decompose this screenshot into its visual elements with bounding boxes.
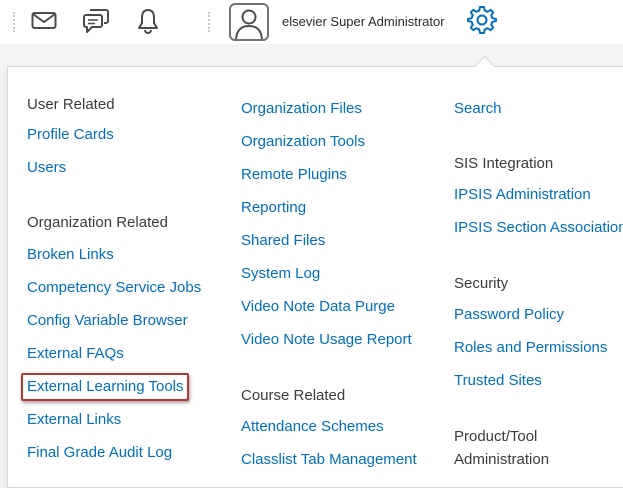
link-ipsis-section-associations[interactable]: IPSIS Section Associations — [454, 219, 623, 237]
heading-product-tool: Product/Tool — [454, 428, 538, 445]
link-video-note-data-purge[interactable]: Video Note Data Purge — [241, 298, 395, 316]
separator — [13, 12, 15, 32]
link-video-note-usage-report[interactable]: Video Note Usage Report — [241, 331, 412, 349]
separator — [208, 12, 210, 32]
heading-security: Security — [454, 275, 509, 292]
link-config-variable-browser[interactable]: Config Variable Browser — [27, 312, 188, 330]
link-external-learning-tools[interactable]: External Learning Tools — [21, 373, 189, 401]
link-classlist-tab-management[interactable]: Classlist Tab Management — [241, 451, 417, 469]
gear-icon[interactable] — [466, 5, 498, 35]
bell-icon[interactable] — [132, 6, 164, 36]
link-search[interactable]: Search — [454, 100, 502, 118]
heading-sis-integration: SIS Integration — [454, 155, 554, 172]
heading-organization-related: Organization Related — [27, 214, 168, 231]
link-trusted-sites[interactable]: Trusted Sites — [454, 372, 542, 390]
user-name[interactable]: elsevier Super Administrator — [282, 14, 445, 29]
admin-tools-dropdown: User Related Profile Cards Users Organiz… — [7, 66, 623, 488]
link-roles-and-permissions[interactable]: Roles and Permissions — [454, 339, 607, 357]
link-shared-files[interactable]: Shared Files — [241, 232, 325, 250]
message-icon[interactable] — [80, 6, 112, 36]
link-broken-links[interactable]: Broken Links — [27, 246, 114, 264]
link-users[interactable]: Users — [27, 159, 66, 177]
user-avatar-icon[interactable] — [229, 3, 269, 41]
link-external-links[interactable]: External Links — [27, 411, 121, 429]
link-attendance-schemes[interactable]: Attendance Schemes — [241, 418, 384, 436]
link-system-log[interactable]: System Log — [241, 265, 320, 283]
email-icon[interactable] — [28, 6, 60, 36]
link-reporting[interactable]: Reporting — [241, 199, 306, 217]
link-password-policy[interactable]: Password Policy — [454, 306, 564, 324]
heading-administration: Administration — [454, 451, 550, 468]
link-ipsis-administration[interactable]: IPSIS Administration — [454, 186, 591, 204]
heading-user-related: User Related — [27, 96, 115, 113]
heading-course-related: Course Related — [241, 387, 346, 404]
link-profile-cards[interactable]: Profile Cards — [27, 126, 114, 144]
link-organization-files[interactable]: Organization Files — [241, 100, 362, 118]
link-external-learning-tools-label: External Learning Tools — [27, 378, 184, 395]
link-remote-plugins[interactable]: Remote Plugins — [241, 166, 347, 184]
top-navbar: elsevier Super Administrator — [0, 0, 623, 44]
link-competency-service-jobs[interactable]: Competency Service Jobs — [27, 279, 201, 297]
link-external-faqs[interactable]: External FAQs — [27, 345, 124, 363]
link-organization-tools[interactable]: Organization Tools — [241, 133, 365, 151]
link-final-grade-audit-log[interactable]: Final Grade Audit Log — [27, 444, 172, 462]
